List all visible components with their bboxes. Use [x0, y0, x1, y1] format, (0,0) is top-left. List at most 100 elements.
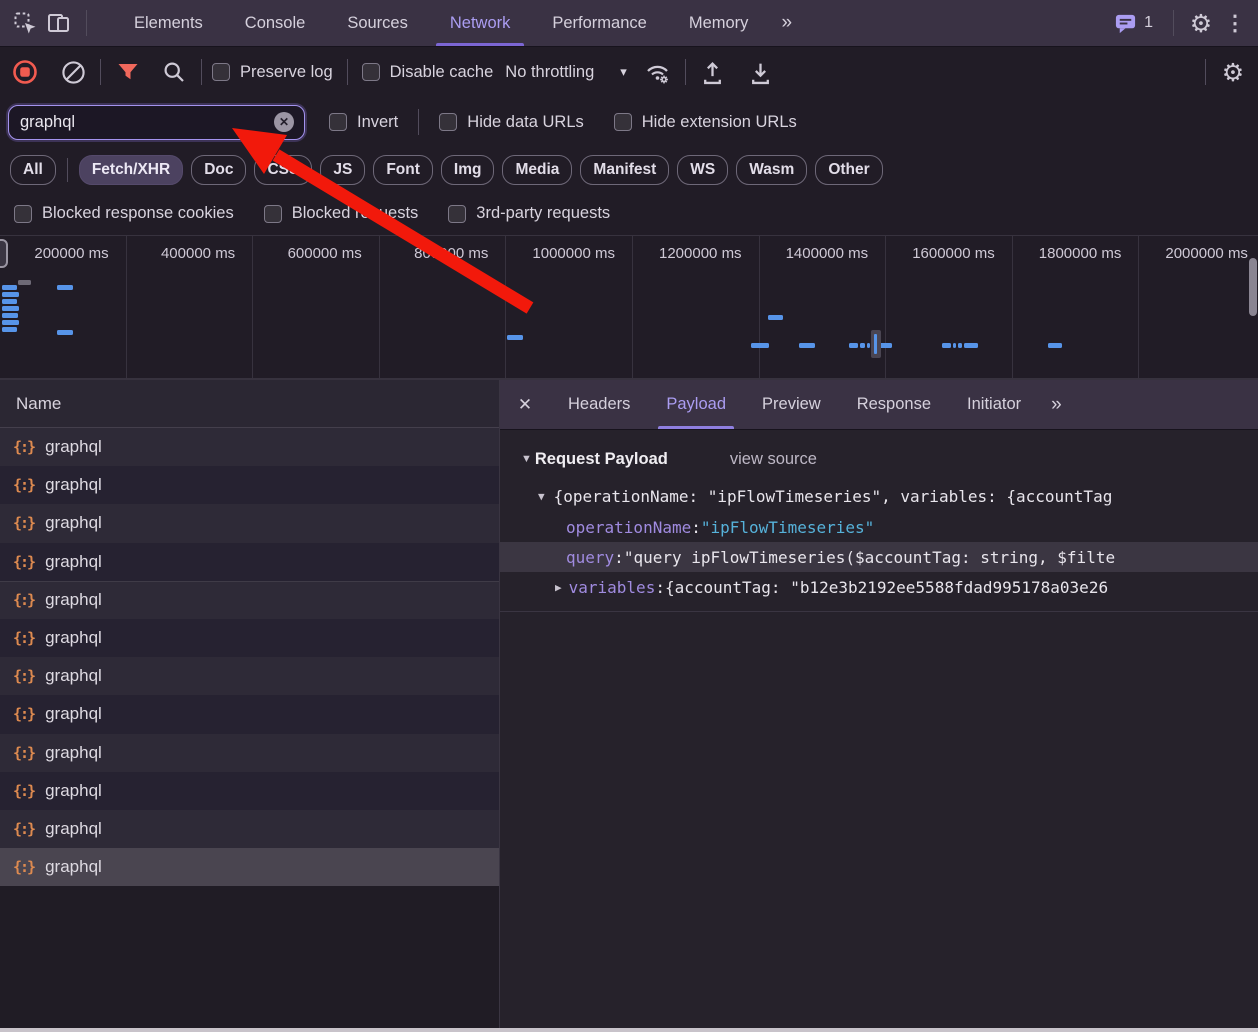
network-request-row[interactable]: {:}graphql	[0, 772, 499, 810]
waterfall-bar	[2, 299, 17, 304]
export-har-icon[interactable]	[744, 55, 778, 89]
filter-chip-manifest[interactable]: Manifest	[580, 155, 669, 185]
issues-button[interactable]: 1	[1114, 12, 1153, 35]
kebab-menu-icon[interactable]: ⋮	[1218, 6, 1252, 40]
name-column-header[interactable]: Name	[0, 380, 499, 428]
network-settings-gear-icon[interactable]: ⚙	[1216, 55, 1250, 89]
clear-network-log-button[interactable]	[56, 55, 90, 89]
view-source-link[interactable]: view source	[730, 450, 817, 469]
request-payload-section[interactable]: ▼ Request Payload view source	[500, 444, 1258, 474]
filter-chip-all[interactable]: All	[10, 155, 56, 185]
blocked-response-cookies-checkbox[interactable]	[14, 205, 32, 223]
preserve-log-toggle[interactable]: Preserve log	[212, 63, 333, 82]
tab-network[interactable]: Network	[429, 0, 532, 46]
hide-data-urls-toggle[interactable]: Hide data URLs	[439, 113, 583, 132]
filter-text-input[interactable]: graphql ✕	[8, 105, 305, 140]
waterfall-bar	[57, 285, 73, 290]
waterfall-bar	[18, 280, 31, 285]
advanced-filters: Blocked response cookies Blocked requests…	[0, 192, 1258, 235]
divider	[67, 158, 68, 182]
device-toolbar-icon[interactable]	[42, 6, 76, 40]
network-request-row[interactable]: {:}graphql	[0, 695, 499, 733]
collapse-triangle-icon: ▼	[538, 490, 545, 503]
waterfall-bar	[964, 343, 978, 348]
network-request-row[interactable]: {:}graphql	[0, 581, 499, 619]
tab-sources[interactable]: Sources	[326, 0, 429, 46]
network-request-row[interactable]: {:}graphql	[0, 657, 499, 695]
blocked-response-cookies-toggle[interactable]: Blocked response cookies	[14, 204, 234, 223]
filter-chip-media[interactable]: Media	[502, 155, 572, 185]
close-details-icon[interactable]: ✕	[500, 395, 550, 415]
network-request-row[interactable]: {:}graphql	[0, 848, 499, 886]
expand-triangle-icon[interactable]: ▶	[555, 581, 562, 594]
network-request-row[interactable]: {:} graphql	[0, 543, 499, 581]
filter-chip-doc[interactable]: Doc	[191, 155, 246, 185]
network-request-row[interactable]: {:}graphql	[0, 734, 499, 772]
xhr-resource-icon: {:}	[13, 553, 34, 571]
detail-tab-preview[interactable]: Preview	[744, 380, 839, 429]
network-request-row[interactable]: {:}graphql	[0, 619, 499, 657]
tab-memory[interactable]: Memory	[668, 0, 770, 46]
payload-summary-row[interactable]: ▼ {operationName: "ipFlowTimeseries", va…	[500, 480, 1258, 512]
hide-extension-urls-toggle[interactable]: Hide extension URLs	[614, 113, 797, 132]
payload-row-query[interactable]: query: "query ipFlowTimeseries($accountT…	[500, 542, 1258, 572]
request-name: graphql	[45, 857, 102, 877]
tab-elements[interactable]: Elements	[113, 0, 224, 46]
xhr-resource-icon: {:}	[13, 514, 34, 532]
network-request-row[interactable]: {:} graphql	[0, 810, 499, 848]
blocked-requests-checkbox[interactable]	[264, 205, 282, 223]
network-request-row[interactable]: {:}graphql	[0, 428, 499, 466]
page-edge-strip	[0, 1028, 1258, 1032]
record-network-log-button[interactable]	[8, 55, 42, 89]
disable-cache-checkbox[interactable]	[362, 63, 380, 81]
3rd-party-requests-toggle[interactable]: 3rd-party requests	[448, 204, 610, 223]
network-request-row[interactable]: {:}graphql	[0, 466, 499, 504]
more-detail-tabs-chevron[interactable]: »	[1039, 394, 1074, 416]
timeline-scrollbar-thumb[interactable]	[1249, 258, 1257, 316]
tab-performance[interactable]: Performance	[531, 0, 667, 46]
filter-chip-fetch-xhr[interactable]: Fetch/XHR	[79, 155, 183, 185]
request-name: graphql	[45, 819, 102, 839]
xhr-resource-icon: {:}	[13, 820, 34, 838]
throttling-dropdown[interactable]: No throttling ▾	[505, 63, 627, 82]
tab-console[interactable]: Console	[224, 0, 327, 46]
detail-tab-payload[interactable]: Payload	[648, 380, 744, 429]
filter-chip-other[interactable]: Other	[815, 155, 882, 185]
network-request-row[interactable]: {:}graphql	[0, 504, 499, 542]
invert-checkbox[interactable]	[329, 113, 347, 131]
request-name: graphql	[45, 552, 102, 572]
detail-tab-initiator[interactable]: Initiator	[949, 380, 1039, 429]
filter-chip-wasm[interactable]: Wasm	[736, 155, 807, 185]
invert-filter-toggle[interactable]: Invert	[329, 113, 398, 132]
filter-chip-js[interactable]: JS	[320, 155, 365, 185]
detail-tab-headers[interactable]: Headers	[550, 380, 648, 429]
timeline-left-handle[interactable]	[0, 239, 8, 268]
more-tabs-chevron[interactable]: »	[769, 12, 804, 34]
hide-data-urls-checkbox[interactable]	[439, 113, 457, 131]
payload-value: "ipFlowTimeseries"	[701, 518, 874, 537]
filter-chip-img[interactable]: Img	[441, 155, 495, 185]
search-icon[interactable]	[157, 55, 191, 89]
import-har-icon[interactable]	[696, 55, 730, 89]
blocked-requests-toggle[interactable]: Blocked requests	[264, 204, 419, 223]
inspect-element-icon[interactable]	[8, 6, 42, 40]
network-overview-timeline[interactable]: 200000 ms400000 ms600000 ms800000 ms1000…	[0, 235, 1258, 380]
filter-chip-ws[interactable]: WS	[677, 155, 728, 185]
disable-cache-toggle[interactable]: Disable cache	[362, 63, 494, 82]
filter-chip-font[interactable]: Font	[373, 155, 433, 185]
detail-tab-response[interactable]: Response	[839, 380, 949, 429]
network-filter-bar: graphql ✕ Invert Hide data URLs Hide ext…	[0, 97, 1258, 147]
hide-extension-urls-checkbox[interactable]	[614, 113, 632, 131]
payload-row-operationname[interactable]: operationName: "ipFlowTimeseries"	[500, 512, 1258, 542]
payload-row-variables[interactable]: ▶variables: {accountTag: "b12e3b2192ee55…	[500, 572, 1258, 602]
3rd-party-requests-checkbox[interactable]	[448, 205, 466, 223]
clear-filter-icon[interactable]: ✕	[274, 112, 294, 132]
preserve-log-checkbox[interactable]	[212, 63, 230, 81]
xhr-resource-icon: {:}	[13, 744, 34, 762]
network-conditions-icon[interactable]	[641, 55, 675, 89]
settings-gear-icon[interactable]: ⚙	[1184, 6, 1218, 40]
waterfall-bar	[860, 343, 865, 348]
blocked-requests-label: Blocked requests	[292, 204, 419, 223]
filter-funnel-icon[interactable]	[111, 55, 145, 89]
filter-chip-css[interactable]: CSS	[254, 155, 312, 185]
